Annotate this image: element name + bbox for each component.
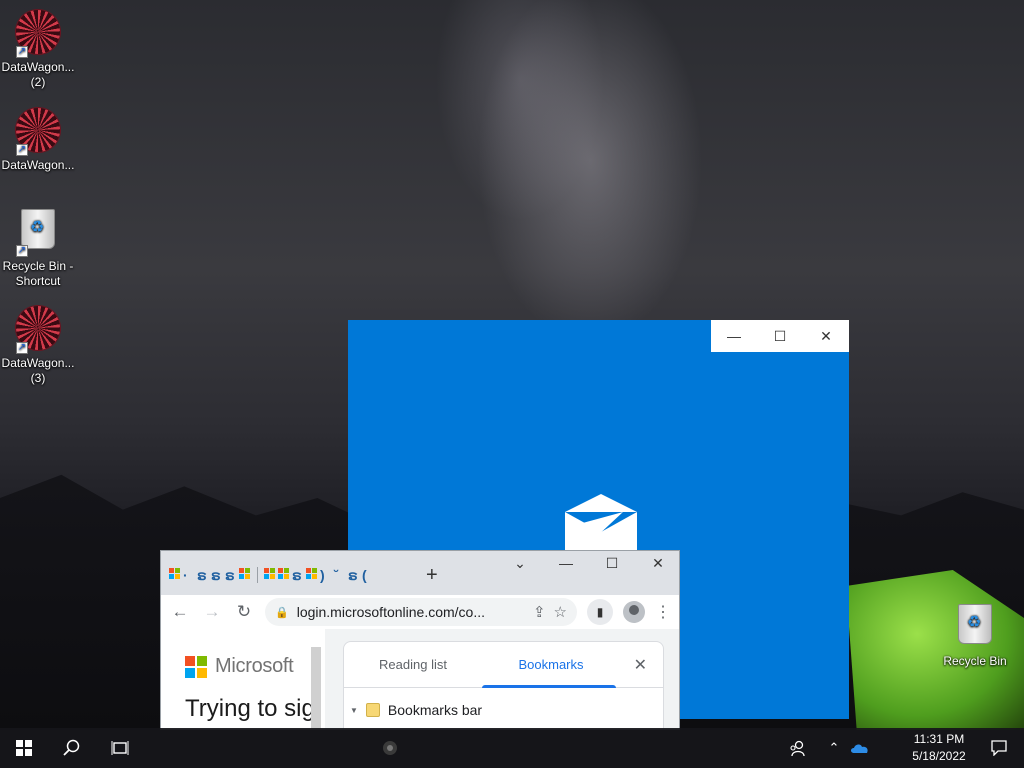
search-icon: [63, 739, 80, 756]
tab-strip: · ຣ ຣ ຣ ຣ ) ˘ ຣ ( + ⌄ — ☐ ✕: [161, 551, 679, 595]
desktop-icon-label: Shortcut: [15, 274, 61, 288]
sharepoint-favicon-icon[interactable]: ·: [183, 568, 195, 582]
bookmark-star-icon[interactable]: ☆: [554, 603, 567, 621]
system-clock[interactable]: 11:31 PM 5/18/2022: [900, 731, 978, 765]
desktop-icon-label: Recycle Bin: [943, 654, 1007, 668]
microsoft-brand-text: Microsoft: [215, 655, 294, 677]
loading-spinner-icon: (: [362, 567, 367, 583]
desktop-icon-label: DataWagon...: [1, 158, 75, 172]
back-button[interactable]: ←: [169, 602, 191, 622]
microsoft-logo-icon: [185, 655, 207, 678]
desktop-icon-datawagon[interactable]: ↗ DataWagon...: [0, 106, 76, 173]
tab-search-button[interactable]: ⌄: [497, 555, 543, 572]
microsoft-favicon-icon[interactable]: [278, 568, 290, 582]
tab-reading-list[interactable]: Reading list: [344, 657, 482, 672]
side-panel-tabs: Reading list Bookmarks ✕: [344, 642, 663, 688]
desktop-icon-recycle-bin[interactable]: Recycle Bin: [937, 600, 1013, 669]
browser-toolbar: ← → ↻ 🔒 login.microsoftonline.com/co... …: [161, 595, 679, 629]
address-bar[interactable]: 🔒 login.microsoftonline.com/co... ⇪ ☆: [265, 598, 577, 626]
bookmarks-bar-folder[interactable]: ▼ Bookmarks bar: [350, 702, 482, 718]
maximize-button[interactable]: ☐: [589, 555, 635, 572]
folder-icon: [365, 703, 380, 717]
minimize-button[interactable]: —: [543, 555, 589, 571]
onedrive-button[interactable]: [846, 728, 874, 768]
microsoft-favicon-icon[interactable]: [264, 568, 276, 582]
desktop-icon-label: (3): [30, 371, 46, 385]
shortcut-arrow-icon: ↗: [16, 46, 28, 58]
microsoft-favicon-icon[interactable]: [306, 568, 318, 582]
shortcut-arrow-icon: ↗: [16, 144, 28, 156]
sharepoint-favicon-icon[interactable]: ຣ: [292, 568, 304, 582]
page-scrollbar[interactable]: [311, 647, 321, 729]
taskbar: ⌃ 11:31 PM 5/18/2022: [0, 728, 1024, 768]
reload-button[interactable]: ↻: [233, 602, 255, 622]
mail-window-controls: — ☐ ✕: [711, 320, 849, 352]
mail-envelope-icon: [565, 494, 637, 550]
recycle-bin-icon: [951, 604, 999, 652]
close-side-panel-button[interactable]: ✕: [634, 655, 647, 675]
browser-content: Microsoft Trying to sig Reading list Boo…: [161, 629, 679, 729]
chevron-up-icon: ⌃: [828, 740, 840, 755]
sharepoint-favicon-icon[interactable]: ຣ: [211, 568, 223, 582]
close-button[interactable]: ✕: [803, 320, 849, 352]
forward-button[interactable]: →: [201, 602, 223, 622]
shortcut-arrow-icon: ↗: [16, 342, 28, 354]
chrome-menu-icon[interactable]: ⋮: [655, 602, 671, 622]
windows-logo-icon: [16, 740, 32, 756]
microsoft-favicon-icon[interactable]: [169, 568, 181, 582]
desktop-icon-recycle-bin-shortcut[interactable]: ↗ Recycle Bin - Shortcut: [0, 205, 76, 289]
taskbar-app-chrome[interactable]: [366, 728, 414, 768]
tab-separator-icon: ˘: [334, 567, 339, 583]
datawagon-icon: ↗: [14, 10, 62, 58]
microsoft-logo: Microsoft: [185, 655, 294, 678]
desktop-icon-label: DataWagon...: [1, 60, 75, 74]
sharepoint-favicon-icon[interactable]: ຣ: [348, 568, 360, 582]
task-view-button[interactable]: [96, 728, 144, 768]
expand-triangle-icon[interactable]: ▼: [350, 706, 358, 715]
share-icon[interactable]: ⇪: [533, 603, 546, 621]
active-tab-indicator: [482, 685, 616, 688]
desktop-icon-datawagon-2[interactable]: ↗ DataWagon... (2): [0, 8, 76, 90]
clock-date: 5/18/2022: [912, 749, 966, 763]
people-icon: [790, 740, 805, 757]
chrome-icon: [383, 741, 397, 755]
task-view-icon: [111, 741, 129, 755]
sharepoint-favicon-icon[interactable]: ຣ: [225, 568, 237, 582]
tab-bookmarks[interactable]: Bookmarks: [482, 657, 620, 672]
minimize-button[interactable]: —: [711, 320, 757, 352]
side-panel-button[interactable]: ▮: [587, 599, 613, 625]
page-title: Trying to sig: [185, 695, 315, 722]
datawagon-icon: ↗: [14, 108, 62, 156]
tab-favicons[interactable]: · ຣ ຣ ຣ ຣ ) ˘ ຣ (: [169, 567, 374, 583]
recycle-bin-icon: ↗: [14, 209, 62, 257]
microsoft-favicon-icon[interactable]: [239, 568, 251, 582]
search-button[interactable]: [48, 728, 96, 768]
sharepoint-favicon-icon[interactable]: ຣ: [197, 568, 209, 582]
folder-label: Bookmarks bar: [387, 702, 483, 718]
action-center-button[interactable]: [976, 728, 1022, 768]
address-bar-url[interactable]: login.microsoftonline.com/co...: [297, 604, 525, 620]
web-page: Microsoft Trying to sig: [161, 629, 325, 729]
loading-spinner-icon: ): [320, 567, 325, 583]
datawagon-icon: ↗: [14, 306, 62, 354]
chrome-window[interactable]: · ຣ ຣ ຣ ຣ ) ˘ ຣ ( + ⌄ — ☐ ✕ ← → ↻ 🔒 logi…: [160, 550, 680, 730]
lock-icon[interactable]: 🔒: [275, 606, 289, 619]
desktop-icon-label: Recycle Bin -: [2, 259, 74, 273]
start-button[interactable]: [0, 728, 48, 768]
desktop-icon-datawagon-3[interactable]: ↗ DataWagon... (3): [0, 304, 76, 386]
maximize-button[interactable]: ☐: [757, 320, 803, 352]
desktop-icon-label: DataWagon...: [1, 356, 75, 370]
side-panel: Reading list Bookmarks ✕ ▼ Bookmarks bar: [343, 641, 664, 729]
tab-group-divider: [257, 567, 258, 583]
profile-avatar-icon[interactable]: [623, 601, 645, 623]
onedrive-cloud-icon: [851, 744, 868, 753]
new-tab-button[interactable]: +: [426, 564, 438, 587]
shortcut-arrow-icon: ↗: [16, 245, 28, 257]
close-button[interactable]: ✕: [635, 555, 679, 572]
clock-time: 11:31 PM: [913, 732, 965, 746]
desktop-icon-label: (2): [30, 75, 46, 89]
people-button[interactable]: [778, 728, 818, 768]
show-hidden-icons-button[interactable]: ⌃: [820, 728, 848, 768]
notification-icon: [991, 740, 1007, 756]
